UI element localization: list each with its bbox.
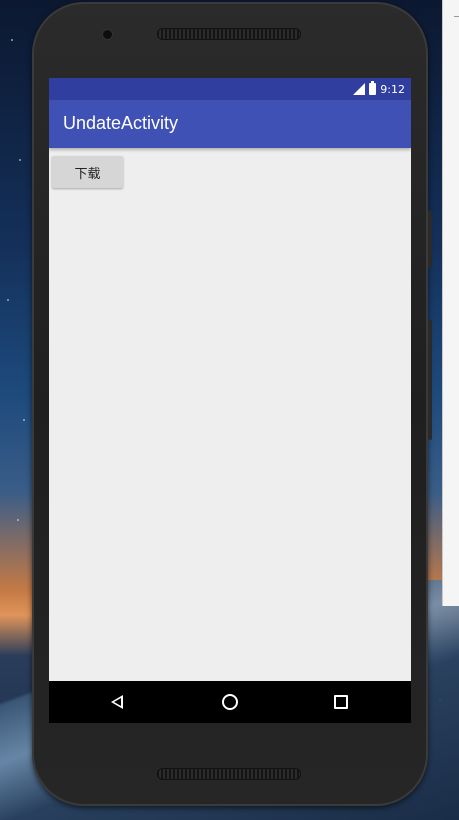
phone-emulator-frame: 9:12 UndateActivity 下载	[32, 2, 432, 806]
background-window-edge	[442, 0, 459, 606]
signal-icon	[353, 83, 366, 95]
app-title: UndateActivity	[63, 113, 179, 133]
navigation-bar	[49, 681, 411, 723]
power-button[interactable]	[428, 210, 432, 268]
bottom-speaker	[157, 768, 301, 780]
home-icon[interactable]	[222, 694, 238, 710]
volume-button[interactable]	[428, 320, 432, 440]
phone-screen: 9:12 UndateActivity 下载	[49, 78, 411, 723]
back-icon[interactable]	[111, 695, 123, 709]
app-bar: UndateActivity	[49, 100, 411, 148]
status-bar: 9:12	[49, 78, 411, 100]
status-time: 9:12	[380, 82, 405, 96]
battery-charging-icon	[369, 81, 377, 95]
front-camera	[103, 30, 112, 39]
status-icons: 9:12	[353, 78, 405, 100]
recents-icon[interactable]	[334, 695, 348, 709]
top-speaker	[157, 28, 301, 40]
download-button[interactable]: 下载	[52, 156, 123, 188]
background-window-mark	[454, 16, 459, 17]
